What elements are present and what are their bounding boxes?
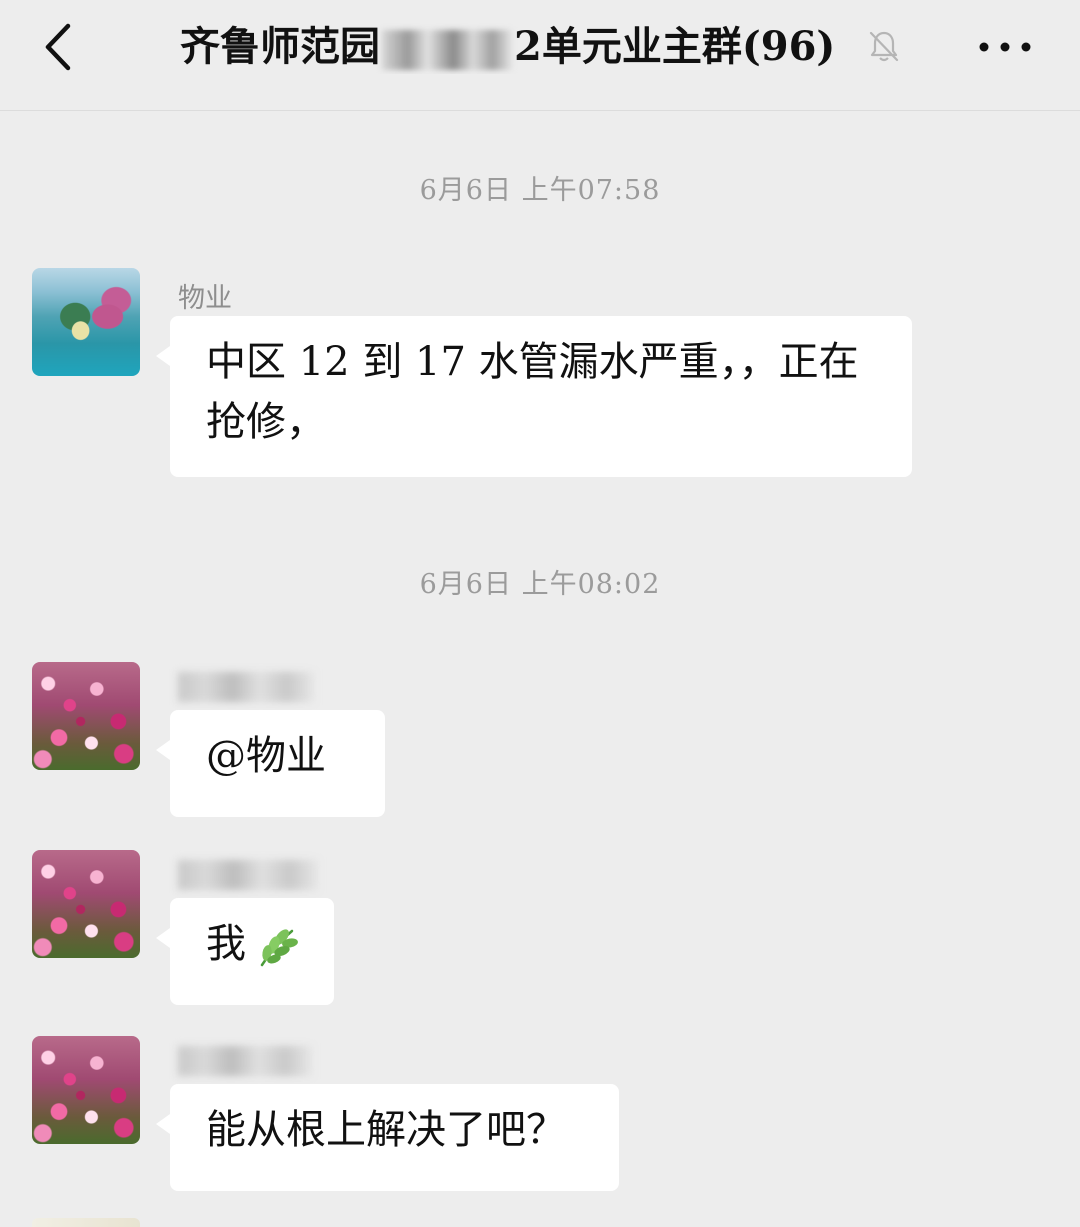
back-button[interactable] [36, 20, 86, 74]
message-text: 中区 12 到 17 水管漏水严重，，正在抢修， [206, 339, 859, 445]
avatar[interactable] [32, 1036, 140, 1144]
message-bubble[interactable]: 我 [156, 898, 334, 1005]
message-bubble[interactable]: @物业 [156, 710, 385, 817]
avatar[interactable] [32, 268, 140, 376]
sender-name: 物业 [178, 283, 232, 314]
avatar-partial [32, 1218, 140, 1227]
chevron-left-icon [45, 23, 71, 71]
chat-title-prefix: 齐鲁师范园 [180, 23, 380, 70]
chat-title: 齐鲁师范园 2单元业主群(96) [180, 20, 860, 74]
redacted-sender-name [178, 860, 318, 890]
message-text: 能从根上解决了吧？ [206, 1107, 566, 1153]
more-dots-icon [979, 42, 1031, 52]
redacted-sender-name [178, 1046, 312, 1076]
chat-title-suffix: 2单元业主群(96) [514, 23, 836, 70]
message-text: 我 [206, 921, 246, 967]
timestamp: 6月6日 上午08:02 [419, 569, 661, 600]
more-button[interactable] [970, 22, 1040, 72]
message-text: @物业 [206, 733, 326, 779]
chat-header: 齐鲁师范园 2单元业主群(96) [0, 0, 1080, 111]
bell-off-icon [866, 28, 902, 64]
message-bubble[interactable]: 中区 12 到 17 水管漏水严重，，正在抢修， [156, 316, 912, 477]
timestamp: 6月6日 上午07:58 [419, 175, 661, 206]
avatar[interactable] [32, 850, 140, 958]
message-bubble[interactable]: 能从根上解决了吧？ [156, 1084, 619, 1191]
avatar[interactable] [32, 662, 140, 770]
redacted-sender-name [178, 672, 314, 702]
redacted-text [382, 30, 512, 70]
leaf-icon [252, 923, 300, 971]
